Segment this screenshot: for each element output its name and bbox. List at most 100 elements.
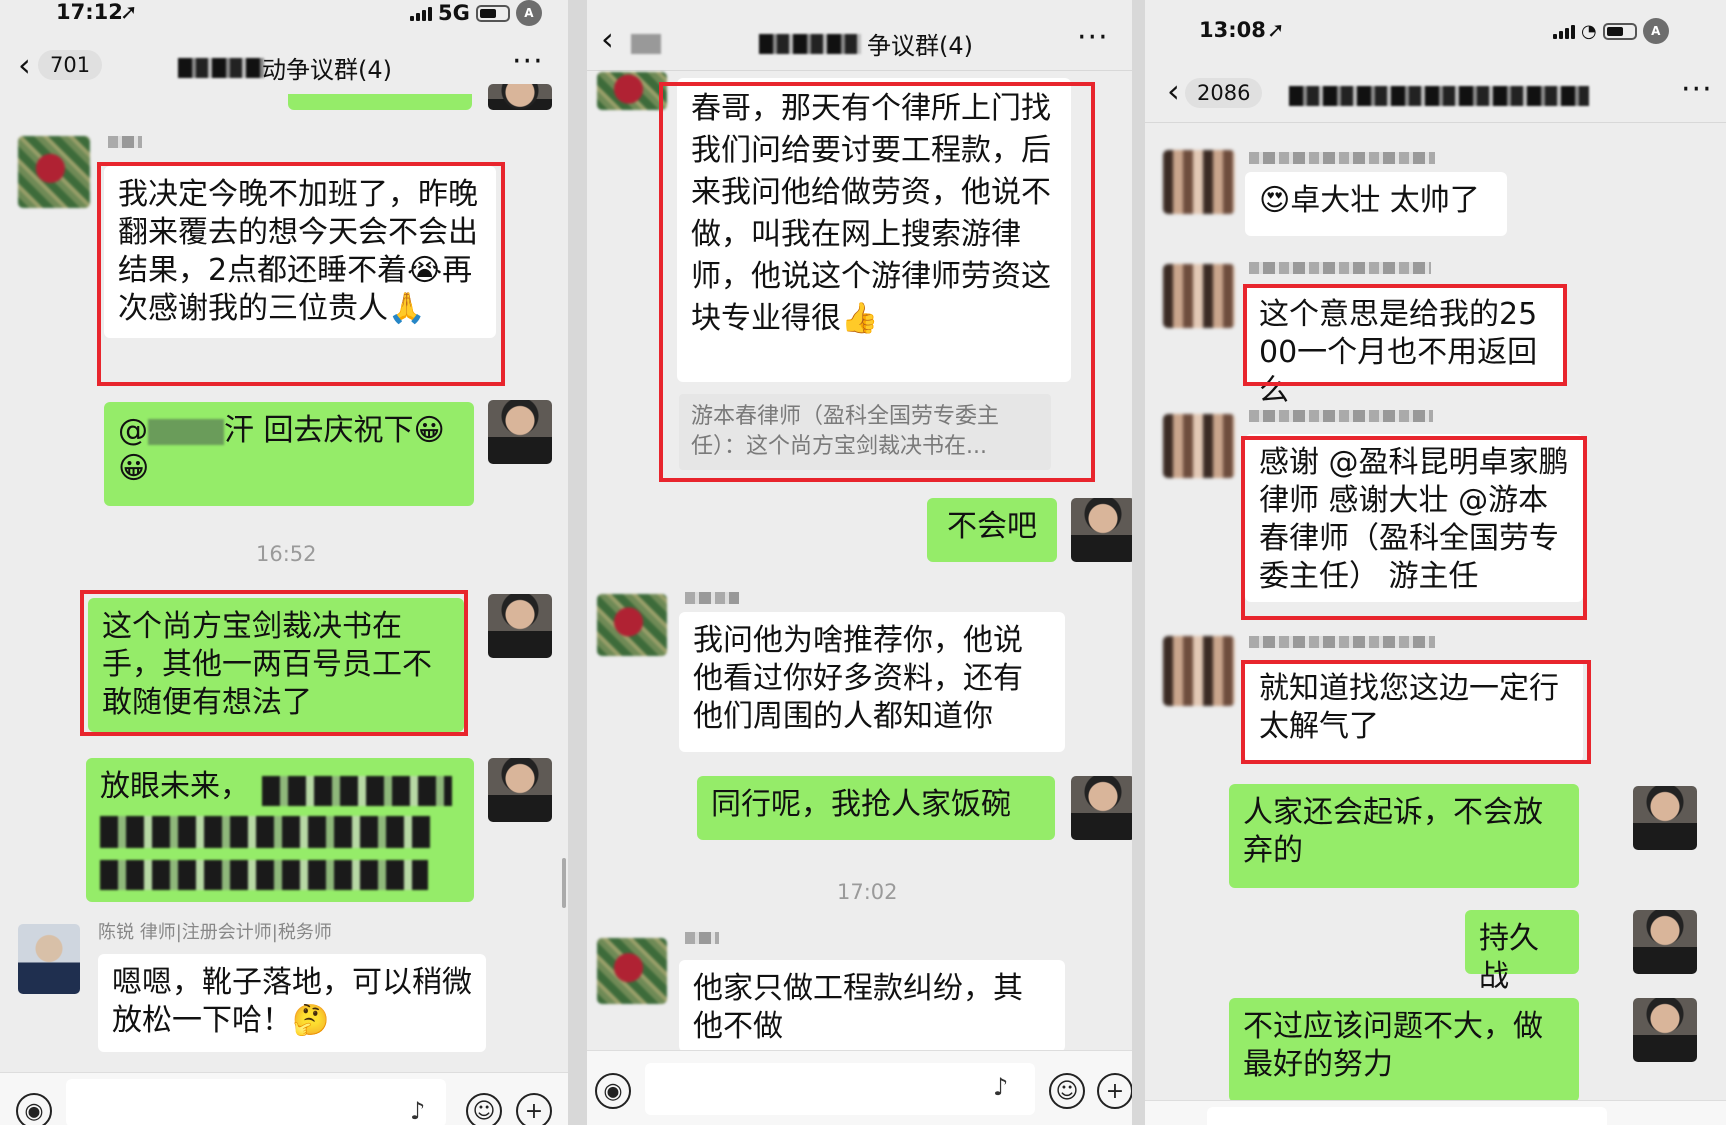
- more-icon[interactable]: ···: [1681, 72, 1713, 107]
- redacted-mention: [148, 418, 224, 445]
- avatar: [18, 924, 80, 994]
- input-bar: ◉ ♪ ☺ +: [0, 1072, 568, 1125]
- chat-header: ‹ 701 动争议群(4) ···: [0, 38, 568, 98]
- header-divider: [587, 70, 1132, 71]
- highlight-box: [1243, 284, 1567, 386]
- avatar: [1071, 498, 1132, 562]
- redacted-title-part: [759, 34, 861, 54]
- message-bubble: 人家还会起诉，不会放弃的: [1229, 784, 1579, 888]
- chat-panel-2: ‹ 争议群(4) ··· 春哥，那天有个律所上门找我们问给要讨要工程款，后来我问…: [587, 0, 1132, 1125]
- avatar: [597, 594, 667, 656]
- highlight-box: [80, 590, 468, 736]
- network-label: 5G: [438, 1, 470, 25]
- mention-prefix: @: [118, 413, 148, 448]
- status-time: 13:08: [1199, 18, 1266, 42]
- sender-name-redacted: [1249, 262, 1431, 274]
- message-bubble: 持久战: [1465, 910, 1579, 994]
- mic-icon[interactable]: ♪: [993, 1073, 1008, 1101]
- grin-emoji: 😀: [118, 451, 150, 486]
- signal-icon: [410, 5, 432, 21]
- redacted-text: [100, 860, 428, 890]
- sender-name-redacted: [1249, 636, 1435, 648]
- status-bar: 17:12 ➚ 5G A: [0, 0, 568, 32]
- scrollbar[interactable]: [562, 858, 566, 908]
- battery-icon: [475, 4, 510, 22]
- sender-name-redacted: [108, 136, 142, 148]
- battery-icon: [1602, 22, 1637, 40]
- mic-icon[interactable]: ♪: [410, 1097, 425, 1125]
- status-bar: 13:08 ➚ ◔ A: [1145, 18, 1726, 50]
- timestamp: 17:02: [837, 880, 898, 904]
- redacted-text: [262, 776, 452, 806]
- signal-icon: [1553, 23, 1575, 39]
- location-arrow-icon: ➚: [120, 0, 138, 24]
- chat-title[interactable]: 动争议群(4): [262, 50, 392, 85]
- message-bubble: 不会吧: [927, 498, 1057, 562]
- redacted-chat-title: [1289, 86, 1589, 106]
- back-chevron-icon[interactable]: ‹: [601, 20, 614, 58]
- sender-name-redacted: [1249, 152, 1435, 164]
- more-icon[interactable]: ···: [512, 44, 544, 79]
- avatar: [1163, 264, 1235, 328]
- message-bubble: 嗯嗯，靴子落地，可以稍微放松一下哈！🤔: [98, 954, 486, 1052]
- avatar: [1071, 776, 1132, 840]
- avatar: [597, 72, 667, 110]
- avatar: [488, 84, 552, 110]
- chat-title[interactable]: 争议群(4): [867, 26, 973, 61]
- avatar: [1633, 910, 1697, 974]
- avatar: [488, 400, 552, 464]
- message-bubble: 他家只做工程款纠纷，其他不做: [679, 960, 1065, 1052]
- message-bubble: 同行呢，我抢人家饭碗: [697, 776, 1055, 840]
- input-bar: ◉ ♪ ☺ +: [587, 1050, 1132, 1125]
- avatar: [1633, 786, 1697, 850]
- message-bubble: @ 汗 回去庆祝下😀 😀: [104, 402, 474, 506]
- plus-icon[interactable]: +: [516, 1093, 552, 1125]
- message-input[interactable]: [66, 1079, 446, 1125]
- sender-name: 陈锐 律师|注册会计师|税务师: [98, 922, 332, 943]
- input-bar: [1145, 1100, 1726, 1125]
- highlight-box: [659, 82, 1095, 482]
- sender-name-redacted: [685, 932, 719, 944]
- message-input[interactable]: [645, 1063, 1035, 1115]
- accessibility-icon: A: [515, 0, 542, 26]
- back-chevron-icon[interactable]: ‹: [18, 46, 31, 84]
- accessibility-icon: A: [1642, 18, 1669, 44]
- emoji-icon[interactable]: ☺: [1049, 1073, 1085, 1109]
- avatar: [597, 938, 667, 1004]
- chat-panel-3: 13:08 ➚ ◔ A ‹ 2086 ··· 😍卓大壮 太帅了 这个意思是给我的…: [1145, 0, 1726, 1125]
- redacted-title-part: [178, 58, 264, 78]
- message-text: 放眼未来，: [100, 769, 250, 804]
- back-unread-count[interactable]: 701: [38, 50, 103, 80]
- avatar: [18, 136, 90, 208]
- emoji-icon[interactable]: ☺: [466, 1093, 502, 1125]
- back-chevron-icon[interactable]: ‹: [1167, 72, 1180, 110]
- voice-icon[interactable]: ◉: [595, 1073, 631, 1109]
- redacted-count: [631, 34, 661, 54]
- wifi-icon: ◔: [1581, 20, 1597, 42]
- chat-header: ‹ 2086 ···: [1145, 62, 1726, 122]
- message-bubble: 我问他为啥推荐你，他说他看过你好多资料，还有他们周围的人都知道你: [679, 612, 1065, 752]
- status-time: 17:12: [56, 0, 123, 24]
- avatar: [488, 594, 552, 658]
- voice-icon[interactable]: ◉: [16, 1093, 52, 1125]
- chat-panel-1: 17:12 ➚ 5G A ‹ 701 动争议群(4) ··· 我决定今晚不加班了…: [0, 0, 568, 1125]
- sender-name-redacted: [1249, 410, 1433, 422]
- message-text: 汗 回去庆祝下😀: [224, 413, 445, 448]
- header-divider: [1145, 122, 1726, 123]
- avatar: [1163, 150, 1235, 214]
- back-unread-count[interactable]: 2086: [1185, 78, 1263, 108]
- more-icon[interactable]: ···: [1077, 20, 1109, 55]
- avatar: [1633, 998, 1697, 1062]
- plus-icon[interactable]: +: [1097, 1073, 1132, 1109]
- redacted-text: [100, 816, 430, 848]
- avatar: [1163, 414, 1235, 478]
- location-arrow-icon: ➚: [1267, 18, 1285, 42]
- sender-name-redacted: [685, 592, 739, 604]
- highlight-box: [1241, 436, 1587, 620]
- message-bubble: 不过应该问题不大，做最好的努力: [1229, 998, 1579, 1102]
- highlight-box: [1241, 660, 1591, 764]
- message-input[interactable]: [1207, 1107, 1607, 1125]
- highlight-box: [97, 162, 505, 386]
- chat-header: ‹ 争议群(4) ···: [587, 12, 1132, 72]
- avatar: [488, 758, 552, 822]
